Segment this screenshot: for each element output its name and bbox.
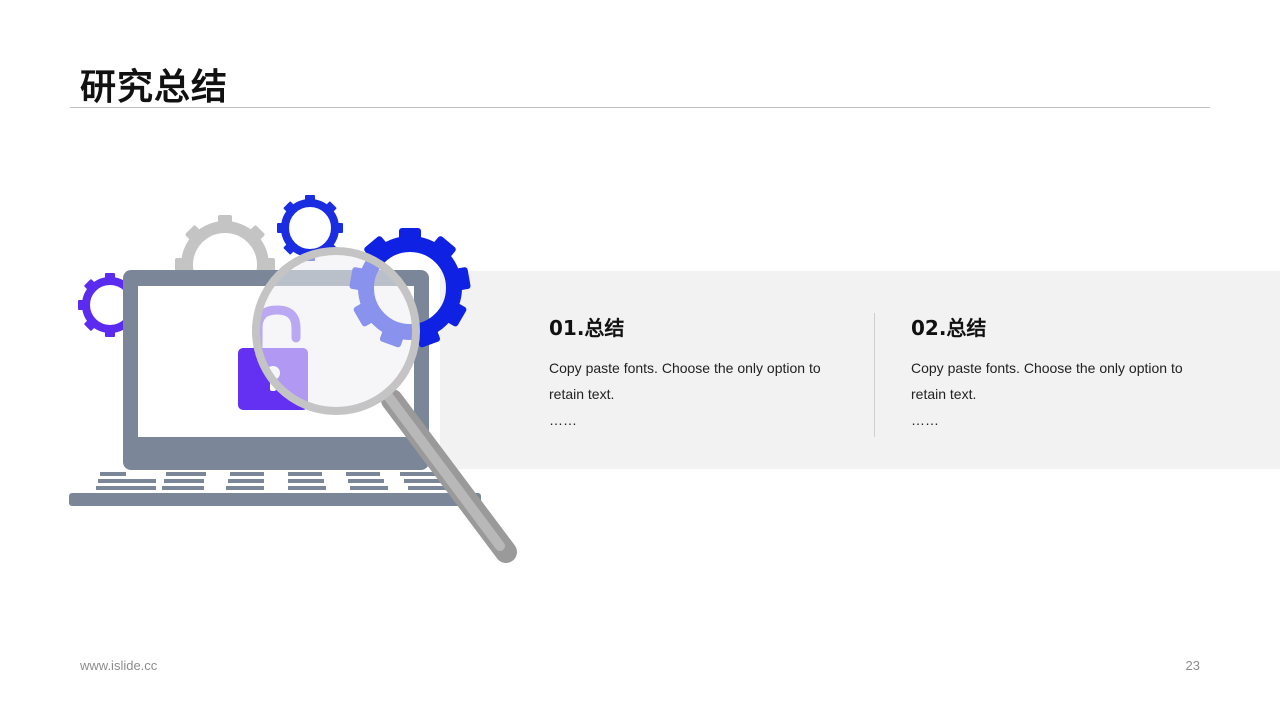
- summary-column-2: 02.总结 Copy paste fonts. Choose the only …: [911, 312, 1211, 433]
- column-divider: [874, 313, 875, 437]
- page-number: 23: [1185, 658, 1200, 673]
- column-ellipsis: ……: [549, 412, 577, 428]
- column-body: Copy paste fonts. Choose the only option…: [911, 360, 1183, 402]
- column-ellipsis: ……: [911, 412, 939, 428]
- security-illustration: [69, 195, 517, 563]
- magnifier-icon: [252, 247, 517, 563]
- summary-column-1: 01.总结 Copy paste fonts. Choose the only …: [549, 312, 849, 433]
- column-heading: 01.总结: [549, 316, 625, 340]
- footer-website: www.islide.cc: [80, 658, 158, 673]
- column-heading: 02.总结: [911, 316, 987, 340]
- page-title: 研究总结: [80, 67, 229, 108]
- title-divider: [70, 107, 1210, 108]
- column-body: Copy paste fonts. Choose the only option…: [549, 360, 821, 402]
